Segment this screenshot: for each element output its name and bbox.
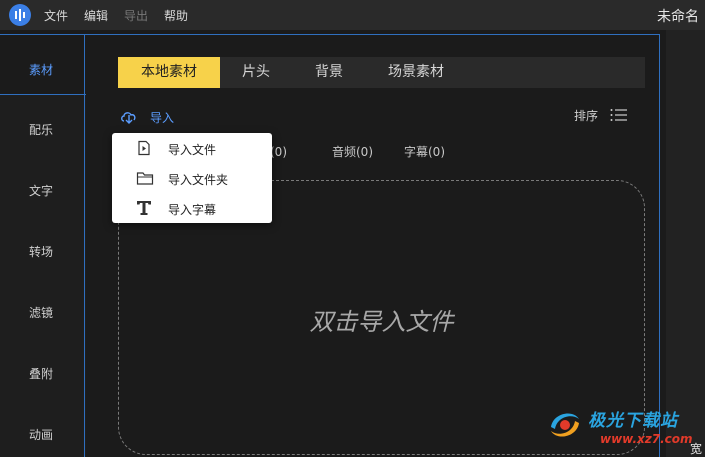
import-icon[interactable]: [120, 109, 138, 128]
sidebar-item-filter[interactable]: 滤镜: [0, 301, 82, 325]
popup-item-import-folder[interactable]: 导入文件夹: [112, 163, 272, 193]
sort-list-icon[interactable]: [610, 108, 628, 125]
top-border: [0, 34, 660, 35]
preview-panel: [666, 30, 705, 457]
popup-item-import-file[interactable]: 导入文件: [112, 133, 272, 163]
document-title: 未命名: [657, 9, 699, 25]
menu-file[interactable]: 文件: [44, 7, 68, 24]
watermark-url: www.xz7.com: [600, 432, 693, 446]
popup-item-import-subtitle[interactable]: 导入字幕: [112, 193, 272, 223]
menu-edit[interactable]: 编辑: [84, 7, 108, 24]
dropzone-text: 双击导入文件: [309, 308, 454, 336]
filter-audio[interactable]: 音频(0): [332, 143, 373, 160]
menu-help[interactable]: 帮助: [164, 7, 188, 24]
popup-item-label: 导入文件夹: [168, 173, 229, 187]
filter-subtitle[interactable]: 字幕(0): [404, 143, 445, 160]
sidebar-item-animation[interactable]: 动画: [0, 423, 82, 447]
sidebar-item-text[interactable]: 文字: [0, 179, 82, 203]
tab-local-material[interactable]: 本地素材: [118, 57, 220, 88]
sidebar-item-material[interactable]: 素材: [0, 58, 82, 82]
import-button[interactable]: 导入: [150, 109, 174, 126]
popup-item-label: 导入文件: [168, 143, 217, 157]
sidebar-item-overlay[interactable]: 叠附: [0, 362, 82, 386]
sidebar-item-transition[interactable]: 转场: [0, 240, 82, 264]
tab-intro[interactable]: 片头: [225, 57, 287, 88]
folder-icon: [136, 170, 154, 189]
tab-scene-material[interactable]: 场景素材: [372, 57, 460, 88]
file-play-icon: [136, 140, 152, 159]
watermark-logo-icon: [545, 405, 585, 448]
tab-background[interactable]: 背景: [298, 57, 360, 88]
import-popup-menu: 导入文件 导入文件夹 导入字幕: [112, 133, 272, 223]
watermark-text: 极光下载站: [588, 411, 678, 431]
menu-export[interactable]: 导出: [124, 7, 148, 24]
app-logo-icon: [9, 4, 31, 26]
text-t-icon: [136, 200, 152, 219]
sort-button[interactable]: 排序: [574, 107, 598, 124]
sidebar-item-music[interactable]: 配乐: [0, 118, 82, 142]
panel-border: [659, 34, 660, 457]
popup-item-label: 导入字幕: [168, 203, 217, 217]
